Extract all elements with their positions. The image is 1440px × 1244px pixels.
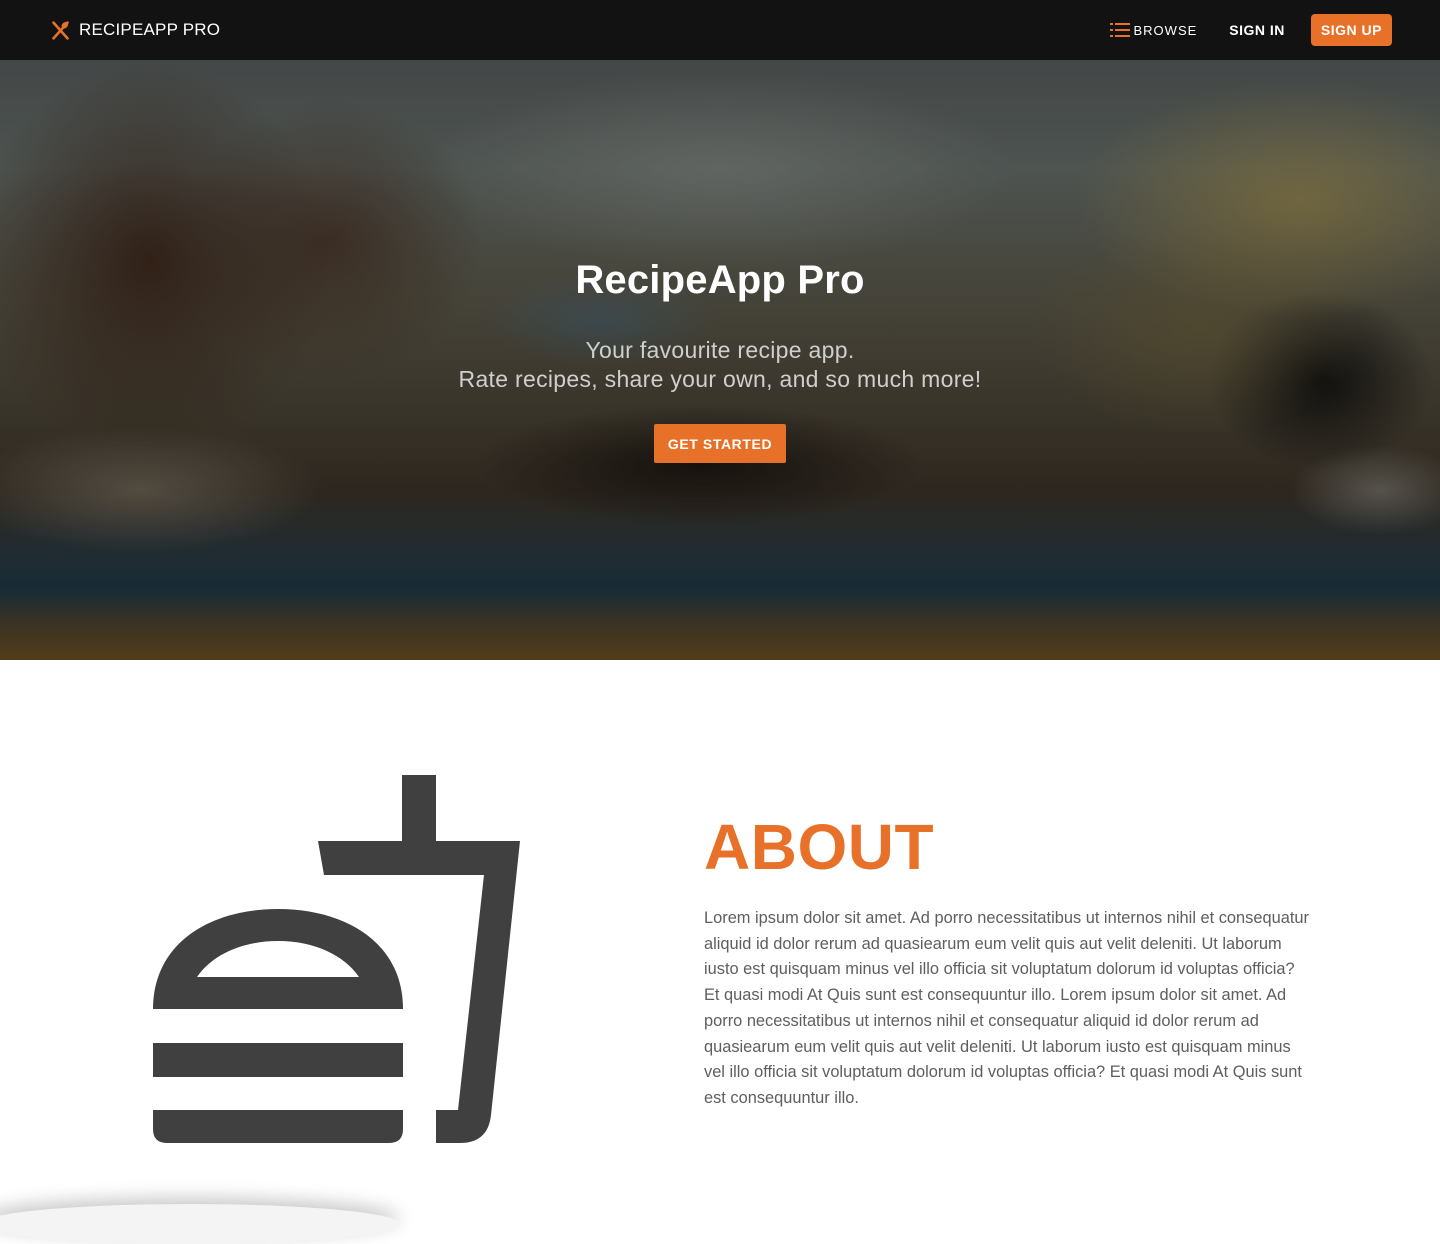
- list-icon: [1109, 21, 1130, 39]
- sign-in-link[interactable]: SIGN IN: [1229, 22, 1285, 38]
- bottom-floating-card-edge: [0, 1204, 400, 1244]
- browse-label: BROWSE: [1133, 22, 1198, 38]
- hero-content: RecipeApp Pro Your favourite recipe app.…: [0, 60, 1440, 660]
- hero-section: RecipeApp Pro Your favourite recipe app.…: [0, 60, 1440, 660]
- get-started-button[interactable]: GET STARTED: [654, 424, 786, 463]
- fork-spoon-icon: [50, 20, 71, 41]
- about-body-text: Lorem ipsum dolor sit amet. Ad porro nec…: [704, 909, 1309, 1107]
- brand-name: RECIPEAPP PRO: [79, 20, 221, 39]
- hero-title: RecipeApp Pro: [575, 258, 865, 302]
- hero-subtitle-line1: Your favourite recipe app.: [585, 337, 855, 363]
- brand-link[interactable]: RECIPEAPP PRO: [50, 20, 220, 41]
- burger-drink-icon: [150, 775, 522, 1145]
- about-title: ABOUT: [704, 811, 935, 883]
- browse-link[interactable]: BROWSE: [1109, 21, 1198, 39]
- nav-actions: BROWSE SIGN IN SIGN UP: [1109, 14, 1392, 46]
- top-navbar: RECIPEAPP PRO BROWSE SIGN IN SIGN UP: [0, 0, 1440, 60]
- sign-up-button[interactable]: SIGN UP: [1310, 14, 1392, 46]
- hero-subtitle-line2: Rate recipes, share your own, and so muc…: [458, 366, 982, 392]
